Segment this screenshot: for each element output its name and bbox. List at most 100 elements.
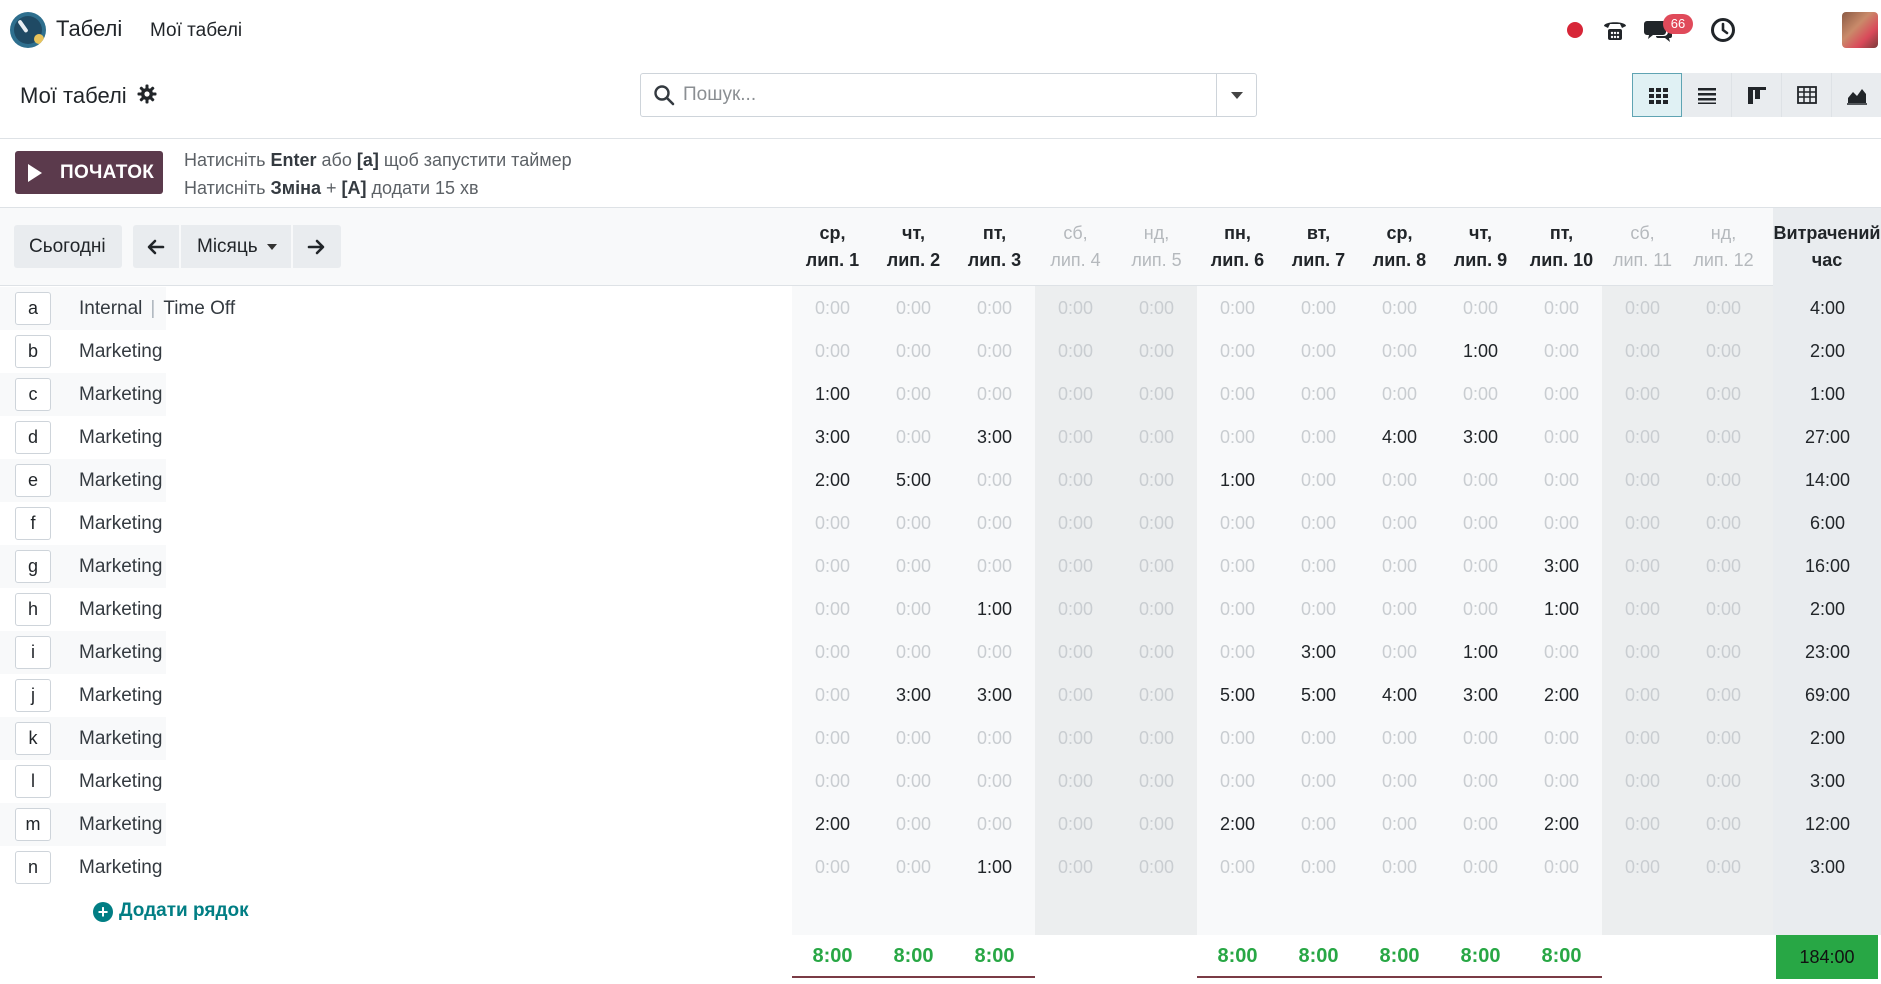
hours-cell[interactable]: 0:00	[1035, 857, 1116, 878]
hours-cell[interactable]: 2:00	[792, 470, 873, 491]
row-project-label[interactable]: Marketing	[79, 857, 162, 879]
row-shortcut-key[interactable]: k	[15, 722, 51, 755]
hours-cell[interactable]: 0:00	[1278, 384, 1359, 405]
hours-cell[interactable]: 0:00	[1278, 857, 1359, 878]
hours-cell[interactable]: 5:00	[1197, 685, 1278, 706]
row-project-label[interactable]: Marketing	[79, 814, 162, 836]
hours-cell[interactable]: 0:00	[954, 728, 1035, 749]
hours-cell[interactable]: 0:00	[1602, 728, 1683, 749]
row-project-label[interactable]: Marketing	[79, 771, 162, 793]
hours-cell[interactable]: 0:00	[1035, 384, 1116, 405]
hours-cell[interactable]: 0:00	[873, 556, 954, 577]
hours-cell[interactable]: 0:00	[1602, 470, 1683, 491]
range-dropdown[interactable]: Місяць	[181, 225, 291, 268]
hours-cell[interactable]: 0:00	[1116, 642, 1197, 663]
hours-cell[interactable]: 0:00	[1359, 599, 1440, 620]
hours-cell[interactable]: 0:00	[873, 599, 954, 620]
hours-cell[interactable]: 0:00	[1602, 556, 1683, 577]
row-project-label[interactable]: Marketing	[79, 642, 162, 664]
hours-cell[interactable]: 0:00	[1521, 298, 1602, 319]
row-shortcut-key[interactable]: i	[15, 636, 51, 669]
hours-cell[interactable]: 0:00	[792, 685, 873, 706]
hours-cell[interactable]: 0:00	[1683, 341, 1764, 362]
hours-cell[interactable]: 0:00	[1359, 341, 1440, 362]
search-options-toggle[interactable]	[1216, 74, 1256, 116]
row-project-label[interactable]: Marketing	[79, 427, 162, 449]
hours-cell[interactable]: 0:00	[1602, 685, 1683, 706]
hours-cell[interactable]: 0:00	[1197, 341, 1278, 362]
hours-cell[interactable]: 0:00	[792, 857, 873, 878]
hours-cell[interactable]: 3:00	[792, 427, 873, 448]
hours-cell[interactable]: 0:00	[1197, 642, 1278, 663]
hours-cell[interactable]: 0:00	[792, 728, 873, 749]
hours-cell[interactable]: 0:00	[1440, 771, 1521, 792]
hours-cell[interactable]: 0:00	[1683, 814, 1764, 835]
hours-cell[interactable]: 3:00	[1440, 685, 1521, 706]
search-input[interactable]	[683, 80, 1203, 110]
hours-cell[interactable]: 0:00	[1521, 470, 1602, 491]
hours-cell[interactable]: 0:00	[1035, 470, 1116, 491]
hours-cell[interactable]: 0:00	[792, 771, 873, 792]
hours-cell[interactable]: 0:00	[873, 427, 954, 448]
hours-cell[interactable]: 0:00	[1602, 857, 1683, 878]
hours-cell[interactable]: 0:00	[1521, 427, 1602, 448]
hours-cell[interactable]: 1:00	[1440, 642, 1521, 663]
hours-cell[interactable]: 0:00	[1440, 556, 1521, 577]
hours-cell[interactable]: 0:00	[1602, 341, 1683, 362]
hours-cell[interactable]: 0:00	[1602, 298, 1683, 319]
hours-cell[interactable]: 0:00	[954, 814, 1035, 835]
hours-cell[interactable]: 0:00	[1278, 599, 1359, 620]
row-project-label[interactable]: Marketing	[79, 341, 162, 363]
hours-cell[interactable]: 0:00	[1278, 771, 1359, 792]
row-shortcut-key[interactable]: l	[15, 765, 51, 798]
hours-cell[interactable]: 0:00	[1683, 556, 1764, 577]
hours-cell[interactable]: 0:00	[1440, 298, 1521, 319]
hours-cell[interactable]: 0:00	[1116, 427, 1197, 448]
hours-cell[interactable]: 0:00	[1278, 470, 1359, 491]
hours-cell[interactable]: 0:00	[1359, 642, 1440, 663]
hours-cell[interactable]: 0:00	[1602, 599, 1683, 620]
hours-cell[interactable]: 0:00	[1197, 513, 1278, 534]
hours-cell[interactable]: 0:00	[1035, 556, 1116, 577]
hours-cell[interactable]: 1:00	[954, 599, 1035, 620]
recording-status-icon[interactable]	[1567, 22, 1583, 38]
hours-cell[interactable]: 0:00	[1278, 427, 1359, 448]
hours-cell[interactable]: 3:00	[873, 685, 954, 706]
hours-cell[interactable]: 0:00	[1683, 427, 1764, 448]
clock-icon[interactable]	[1710, 17, 1736, 43]
hours-cell[interactable]: 0:00	[873, 642, 954, 663]
row-shortcut-key[interactable]: e	[15, 464, 51, 497]
hours-cell[interactable]: 0:00	[873, 814, 954, 835]
hours-cell[interactable]: 0:00	[873, 298, 954, 319]
list-view-button[interactable]	[1682, 73, 1732, 117]
hours-cell[interactable]: 0:00	[792, 513, 873, 534]
pivot-view-button[interactable]	[1782, 73, 1832, 117]
hours-cell[interactable]: 0:00	[1683, 857, 1764, 878]
hours-cell[interactable]: 2:00	[1521, 814, 1602, 835]
hours-cell[interactable]: 0:00	[1116, 771, 1197, 792]
hours-cell[interactable]: 0:00	[1359, 470, 1440, 491]
hours-cell[interactable]: 0:00	[1116, 298, 1197, 319]
hours-cell[interactable]: 0:00	[1197, 771, 1278, 792]
hours-cell[interactable]: 0:00	[1602, 642, 1683, 663]
menu-my-timesheets[interactable]: Мої табелі	[150, 20, 242, 42]
hours-cell[interactable]: 3:00	[1440, 427, 1521, 448]
hours-cell[interactable]: 0:00	[792, 298, 873, 319]
hours-cell[interactable]: 0:00	[1602, 427, 1683, 448]
hours-cell[interactable]: 0:00	[1683, 599, 1764, 620]
hours-cell[interactable]: 5:00	[1278, 685, 1359, 706]
hours-cell[interactable]: 0:00	[1359, 728, 1440, 749]
hours-cell[interactable]: 2:00	[792, 814, 873, 835]
hours-cell[interactable]: 0:00	[1116, 857, 1197, 878]
hours-cell[interactable]: 0:00	[1197, 728, 1278, 749]
hours-cell[interactable]: 0:00	[1359, 814, 1440, 835]
hours-cell[interactable]: 1:00	[1440, 341, 1521, 362]
hours-cell[interactable]: 0:00	[1278, 814, 1359, 835]
timesheets-app-icon[interactable]	[10, 12, 46, 48]
row-shortcut-key[interactable]: h	[15, 593, 51, 626]
row-project-label[interactable]: Marketing	[79, 556, 162, 578]
hours-cell[interactable]: 0:00	[1116, 341, 1197, 362]
hours-cell[interactable]: 0:00	[1035, 685, 1116, 706]
hours-cell[interactable]: 0:00	[1359, 857, 1440, 878]
hours-cell[interactable]: 0:00	[1521, 513, 1602, 534]
